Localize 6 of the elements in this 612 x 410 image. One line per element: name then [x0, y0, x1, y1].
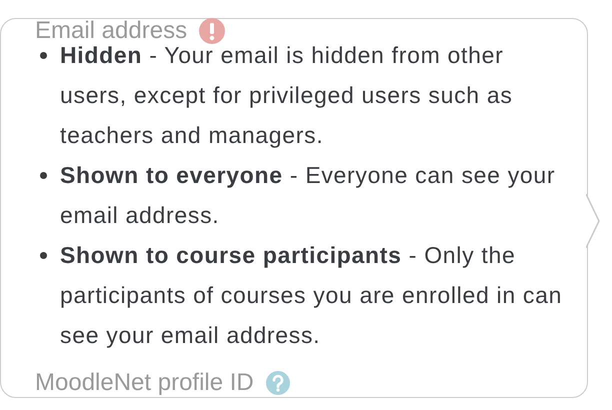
field-label: MoodleNet profile ID	[35, 369, 254, 397]
bullet	[40, 252, 47, 259]
bullet	[40, 52, 47, 59]
option-description: Shown to everyone - Everyone can see your email address.	[60, 161, 556, 230]
bullet	[40, 172, 47, 179]
option-description: Shown to course participants - Only the participants of courses you are enrolled in can see your email address.	[60, 241, 564, 350]
